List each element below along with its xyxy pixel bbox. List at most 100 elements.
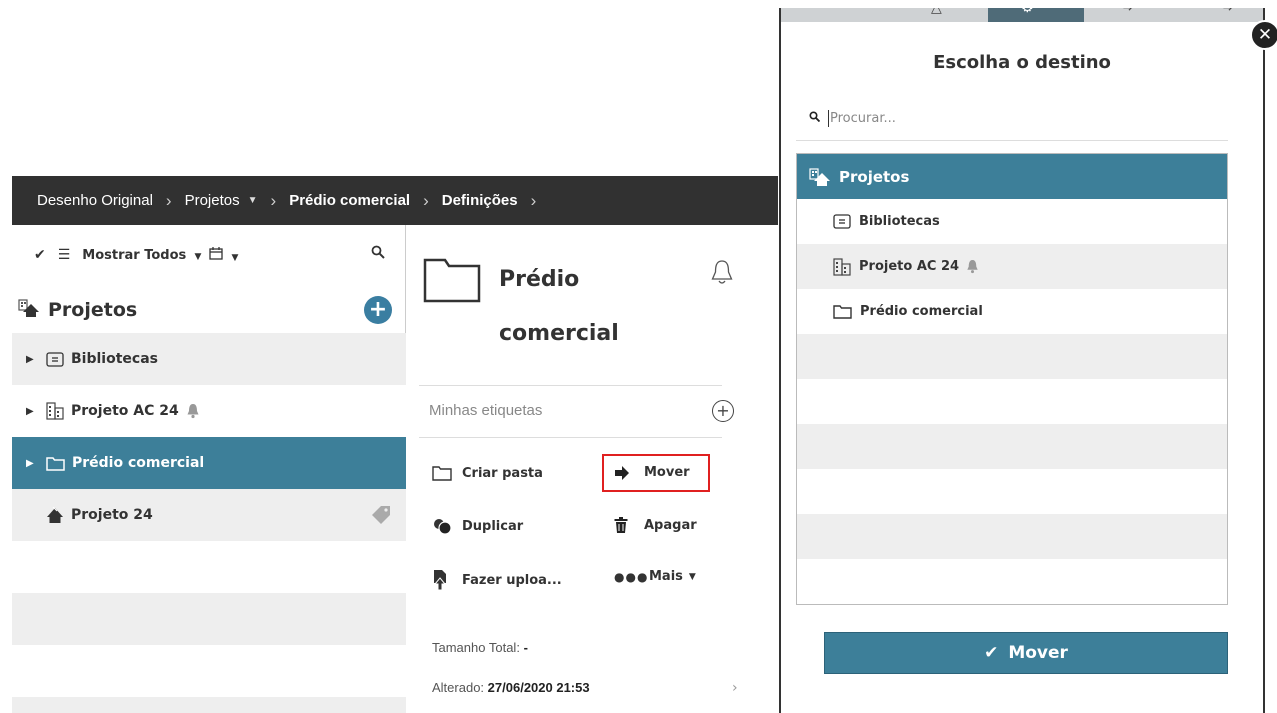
folder-icon: [833, 304, 852, 319]
destination-item-project-ac-24[interactable]: Projeto AC 24: [797, 244, 1227, 289]
destination-tree: Projetos Bibliotecas Projeto AC 24 Prédi…: [796, 153, 1228, 605]
upload-label: Fazer uploa...: [462, 572, 562, 588]
upload-icon: [432, 569, 462, 591]
empty-row: [797, 424, 1227, 469]
create-folder-label: Criar pasta: [462, 465, 543, 481]
move-button[interactable]: Mover: [614, 465, 690, 480]
expand-icon[interactable]: ▶: [26, 354, 36, 365]
bell-icon: △: [931, 8, 942, 16]
tree-item-label: Projeto AC 24: [71, 403, 179, 419]
move-destination-dialog: △ ⚙ ↪ ↪ Escolha o destino Procurar... Pr…: [779, 8, 1265, 713]
tree-item-project-24[interactable]: Projeto 24: [12, 489, 406, 541]
destination-item-label: Prédio comercial: [860, 304, 983, 319]
home-icon: [46, 506, 64, 524]
list-icon[interactable]: ☰: [58, 247, 71, 263]
total-size-value: -: [523, 640, 528, 655]
projects-header: Projetos +: [12, 287, 406, 333]
search-icon[interactable]: [371, 245, 385, 263]
close-dialog-button[interactable]: ✕: [1250, 20, 1277, 50]
details-panel: Prédio comercial Minhas etiquetas + Cria…: [407, 225, 777, 713]
chevron-right-icon: ›: [270, 190, 277, 210]
share-icon: ↪: [1221, 8, 1233, 16]
more-label: Mais: [649, 569, 683, 584]
empty-row: [797, 334, 1227, 379]
library-icon: [46, 351, 64, 367]
breadcrumb-item-projects[interactable]: Projetos: [185, 192, 240, 209]
arrow-right-icon: [614, 465, 644, 480]
projects-icon: [809, 167, 831, 187]
check-icon[interactable]: ✔: [34, 247, 46, 263]
empty-row: [12, 645, 406, 697]
modified-date: Alterado: 27/06/2020 21:53: [432, 680, 590, 695]
divider: [796, 140, 1228, 141]
destination-item-libraries[interactable]: Bibliotecas: [797, 199, 1227, 244]
check-icon: ✔: [984, 643, 999, 663]
caret-down-icon: ▼: [231, 252, 239, 263]
breadcrumb-item-root[interactable]: Desenho Original: [37, 192, 153, 209]
filter-label: Mostrar Todos: [82, 247, 187, 263]
notification-bell-icon[interactable]: [710, 259, 734, 291]
tree-item-commercial-building[interactable]: ▶ Prédio comercial: [12, 437, 406, 489]
modified-label: Alterado:: [432, 680, 485, 695]
empty-row: [797, 559, 1227, 604]
caret-down-icon[interactable]: ▼: [248, 195, 258, 206]
tree-item-label: Projeto 24: [71, 507, 153, 523]
duplicate-button[interactable]: Duplicar: [432, 517, 523, 535]
destination-item-commercial-building[interactable]: Prédio comercial: [797, 289, 1227, 334]
confirm-move-label: Mover: [1008, 643, 1068, 663]
bell-icon: [965, 259, 980, 274]
tag-icon[interactable]: [370, 505, 392, 529]
more-dropdown[interactable]: ●●● Mais ▼: [614, 569, 696, 584]
create-folder-button[interactable]: Criar pasta: [432, 465, 543, 481]
item-name-line2: comercial: [499, 321, 619, 346]
upload-button[interactable]: Fazer uploa...: [432, 569, 562, 591]
search-icon: [809, 111, 821, 126]
tags-placeholder[interactable]: Minhas etiquetas: [429, 402, 542, 419]
tree-item-project-ac-24[interactable]: ▶ Projeto AC 24: [12, 385, 406, 437]
background-toolbar: △ ⚙ ↪ ↪: [781, 8, 1263, 22]
library-icon: [833, 214, 851, 229]
expand-icon[interactable]: ▶: [26, 406, 36, 417]
calendar-icon: [209, 246, 224, 260]
item-name-line1: Prédio: [499, 267, 580, 292]
caret-down-icon: ▼: [688, 571, 696, 582]
chevron-right-icon[interactable]: ›: [732, 680, 738, 696]
folder-icon: [423, 257, 481, 307]
close-icon: ✕: [1257, 25, 1273, 45]
empty-row: [12, 541, 406, 593]
move-label: Mover: [644, 465, 690, 480]
calendar-dropdown[interactable]: ▼: [209, 246, 239, 264]
folder-icon: [432, 465, 462, 481]
destination-item-label: Bibliotecas: [859, 214, 940, 229]
breadcrumb-item-settings[interactable]: Definições: [442, 192, 518, 209]
trash-icon: [614, 517, 644, 534]
tree-item-label: Bibliotecas: [71, 351, 158, 367]
share-icon: ↪: [1121, 8, 1133, 16]
add-tag-button[interactable]: +: [712, 400, 734, 422]
destination-root-projects[interactable]: Projetos: [797, 154, 1227, 199]
total-size-label: Tamanho Total:: [432, 640, 520, 655]
total-size: Tamanho Total: -: [432, 640, 528, 655]
delete-button[interactable]: Apagar: [614, 517, 697, 534]
gear-icon: ⚙: [1021, 8, 1034, 16]
building-icon: [833, 257, 851, 276]
caret-down-icon: ▼: [194, 251, 202, 262]
tree-toolbar: ✔ ☰ Mostrar Todos ▼ ▼: [12, 225, 405, 285]
destination-root-label: Projetos: [839, 167, 910, 186]
chevron-right-icon: ›: [530, 190, 537, 210]
divider: [419, 385, 722, 386]
project-tree-panel: ✔ ☰ Mostrar Todos ▼ ▼ Projetos + ▶ Bibli…: [12, 225, 406, 713]
expand-icon[interactable]: ▶: [26, 458, 36, 469]
modified-value: 27/06/2020 21:53: [487, 680, 590, 695]
chevron-right-icon: ›: [165, 190, 172, 210]
destination-search[interactable]: Procurar...: [809, 110, 896, 127]
bell-icon: [185, 403, 201, 419]
tree-item-libraries[interactable]: ▶ Bibliotecas: [12, 333, 406, 385]
add-project-button[interactable]: +: [364, 296, 392, 324]
projects-title: Projetos: [48, 299, 138, 321]
destination-item-label: Projeto AC 24: [859, 259, 960, 274]
search-input[interactable]: Procurar...: [830, 111, 896, 126]
filter-dropdown[interactable]: Mostrar Todos ▼: [82, 248, 201, 263]
confirm-move-button[interactable]: ✔ Mover: [824, 632, 1228, 674]
breadcrumb-item-building[interactable]: Prédio comercial: [289, 192, 410, 209]
